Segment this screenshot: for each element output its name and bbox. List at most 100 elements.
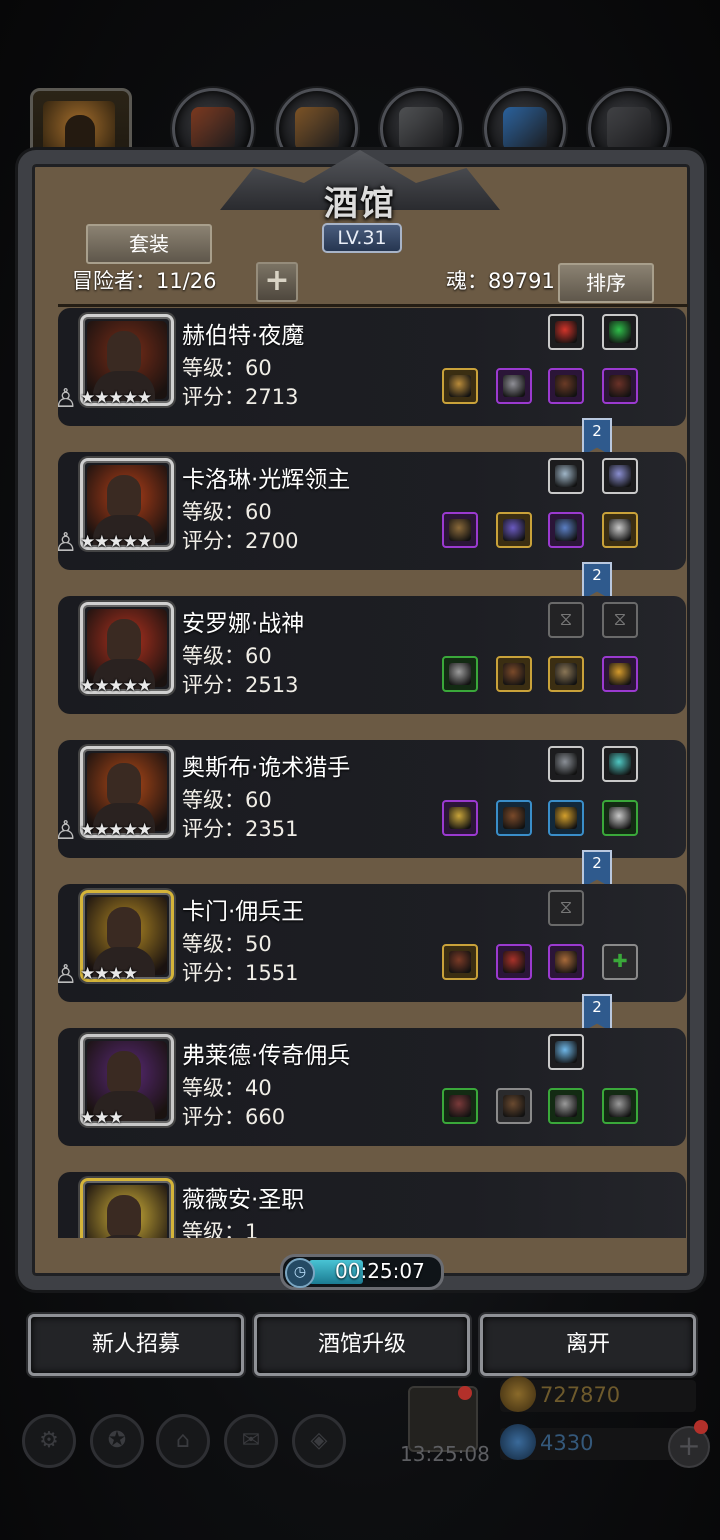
hero-level: 等级：60 (182, 356, 272, 380)
equipment-slot[interactable] (442, 1088, 478, 1124)
star-rating: ★★★★★ (80, 388, 152, 408)
equipment-slot[interactable] (442, 944, 478, 980)
hero-portrait[interactable] (80, 1178, 174, 1238)
hero-card[interactable]: ★★★★★ ♙ 卡洛琳·光辉领主 等级：60 评分：2700 (58, 452, 686, 570)
equipment-slot[interactable] (602, 368, 638, 404)
page-title: 酒馆 (324, 184, 396, 224)
equipment-slot[interactable] (548, 314, 584, 350)
equipment-slot[interactable]: ✚ (602, 944, 638, 980)
hero-level: 等级：60 (182, 644, 272, 668)
hero-list[interactable]: ★★★★★ ♙ 赫伯特·夜魔 等级：60 评分：2713 2 ★★★★★ ♙ 卡洛琳·光辉领主等… (58, 308, 688, 1238)
hero-card[interactable]: ★★★★★ ♙ 赫伯特·夜魔 等级：60 评分：2713 (58, 308, 686, 426)
mask-icon (555, 753, 577, 775)
leather-armor-icon (503, 663, 525, 685)
hero-card[interactable]: ★★★★ ♙ 卡门·佣兵王 等级：50 评分：1551 ⧖ ✚ (58, 884, 686, 1002)
leave-button[interactable]: 离开 (480, 1314, 696, 1376)
mail-icon[interactable]: ✉ (224, 1414, 278, 1468)
portrait-head (107, 475, 141, 519)
sort-button[interactable]: 排序 (558, 263, 654, 303)
chest-armor-icon (503, 375, 525, 397)
bookmark-badge: 2 (582, 562, 612, 600)
rune-icon (607, 107, 651, 151)
gem-icon (500, 1424, 536, 1460)
set-button[interactable]: 套装 (86, 224, 212, 264)
hero-name: 赫伯特·夜魔 (182, 323, 305, 349)
empty-slot-icon: ⧖ (559, 897, 573, 918)
add-adventurer-slot-button[interactable]: + (256, 262, 298, 302)
bookmark-badge: 2 (582, 994, 612, 1032)
hero-name: 奥斯布·诡术猎手 (182, 755, 351, 781)
glove-icon (555, 1041, 577, 1063)
equipment-slot[interactable] (602, 746, 638, 782)
add-icon: ✚ (612, 951, 628, 972)
equipment-slot[interactable] (548, 800, 584, 836)
refresh-timer: ◷ 00:25:07 (280, 1254, 444, 1290)
equipment-slot[interactable] (602, 458, 638, 494)
shop-icon[interactable]: ⌂ (156, 1414, 210, 1468)
equipment-slot[interactable] (442, 368, 478, 404)
hero-card[interactable]: ★★★ 弗莱德·传奇佣兵 等级：40 评分：660 (58, 1028, 686, 1146)
helm-icon (555, 663, 577, 685)
equipment-slot[interactable] (496, 944, 532, 980)
adventurer-count: 冒险者：11/26 (72, 269, 217, 293)
rifle-icon (449, 951, 471, 973)
hood-icon (503, 951, 525, 973)
equipment-slot[interactable] (548, 656, 584, 692)
coat-icon (503, 1095, 525, 1117)
equipment-slot[interactable] (548, 512, 584, 548)
portrait-head (107, 619, 141, 663)
hero-card[interactable]: 薇薇安·圣职 等级：1 (58, 1172, 686, 1238)
equipment-slot[interactable] (496, 800, 532, 836)
equipment-slot[interactable] (496, 1088, 532, 1124)
armor-icon (191, 107, 235, 151)
equipment-slot[interactable] (548, 746, 584, 782)
portrait-head (107, 1051, 141, 1095)
spear-icon (449, 807, 471, 829)
gold-amount: 727870 (540, 1383, 621, 1407)
equipment-slot[interactable] (442, 800, 478, 836)
gold-ring-icon (555, 807, 577, 829)
hero-score: 评分：2351 (182, 817, 299, 841)
hero-score: 评分：660 (182, 1105, 286, 1129)
equipment-slot[interactable] (496, 656, 532, 692)
map-icon[interactable]: ◈ (292, 1414, 346, 1468)
recruit-button[interactable]: 新人招募 (28, 1314, 244, 1376)
bracelet-icon (609, 753, 631, 775)
equipment-slot[interactable] (496, 512, 532, 548)
equipment-slot[interactable] (602, 1088, 638, 1124)
soul-currency: 魂：89791 (446, 269, 555, 293)
hero-card[interactable]: ★★★★★ ♙ 奥斯布·诡术猎手 等级：60 评分：2351 (58, 740, 686, 858)
equipment-slot[interactable] (548, 944, 584, 980)
equipment-slot[interactable] (602, 314, 638, 350)
portrait-head (107, 331, 141, 375)
hero-card[interactable]: ★★★★★ 安罗娜·战神 等级：60 评分：2513 ⧖ ⧖ (58, 596, 686, 714)
equipment-slot[interactable] (442, 656, 478, 692)
equipment-slot[interactable] (602, 656, 638, 692)
equipment-slot[interactable] (548, 458, 584, 494)
achievement-icon[interactable]: ✪ (90, 1414, 144, 1468)
equipment-slot[interactable]: ⧖ (548, 602, 584, 638)
hero-name: 薇薇安·圣职 (182, 1187, 305, 1213)
dagger-icon (449, 1095, 471, 1117)
hero-score: 评分：2713 (182, 385, 299, 409)
equipment-slot[interactable]: ⧖ (548, 890, 584, 926)
equipment-slot[interactable] (442, 512, 478, 548)
amulet-icon (609, 465, 631, 487)
equipment-slot[interactable] (602, 512, 638, 548)
gold-display: 727870 (500, 1376, 696, 1412)
settings-icon[interactable]: ⚙ (22, 1414, 76, 1468)
hero-score: 评分：1551 (182, 961, 299, 985)
equipment-slot[interactable] (548, 368, 584, 404)
gem-display: 4330 (500, 1424, 696, 1460)
crystal-icon (503, 107, 547, 151)
equipment-slot[interactable] (548, 1088, 584, 1124)
equipment-slot[interactable] (496, 368, 532, 404)
standing-figure-icon: ♙ (58, 960, 78, 990)
equipment-slot[interactable] (548, 1034, 584, 1070)
divider (58, 304, 688, 307)
red-gem-icon (555, 321, 577, 343)
green-gem-icon (609, 321, 631, 343)
equipment-slot[interactable] (602, 800, 638, 836)
equipment-slot[interactable]: ⧖ (602, 602, 638, 638)
upgrade-tavern-button[interactable]: 酒馆升级 (254, 1314, 470, 1376)
